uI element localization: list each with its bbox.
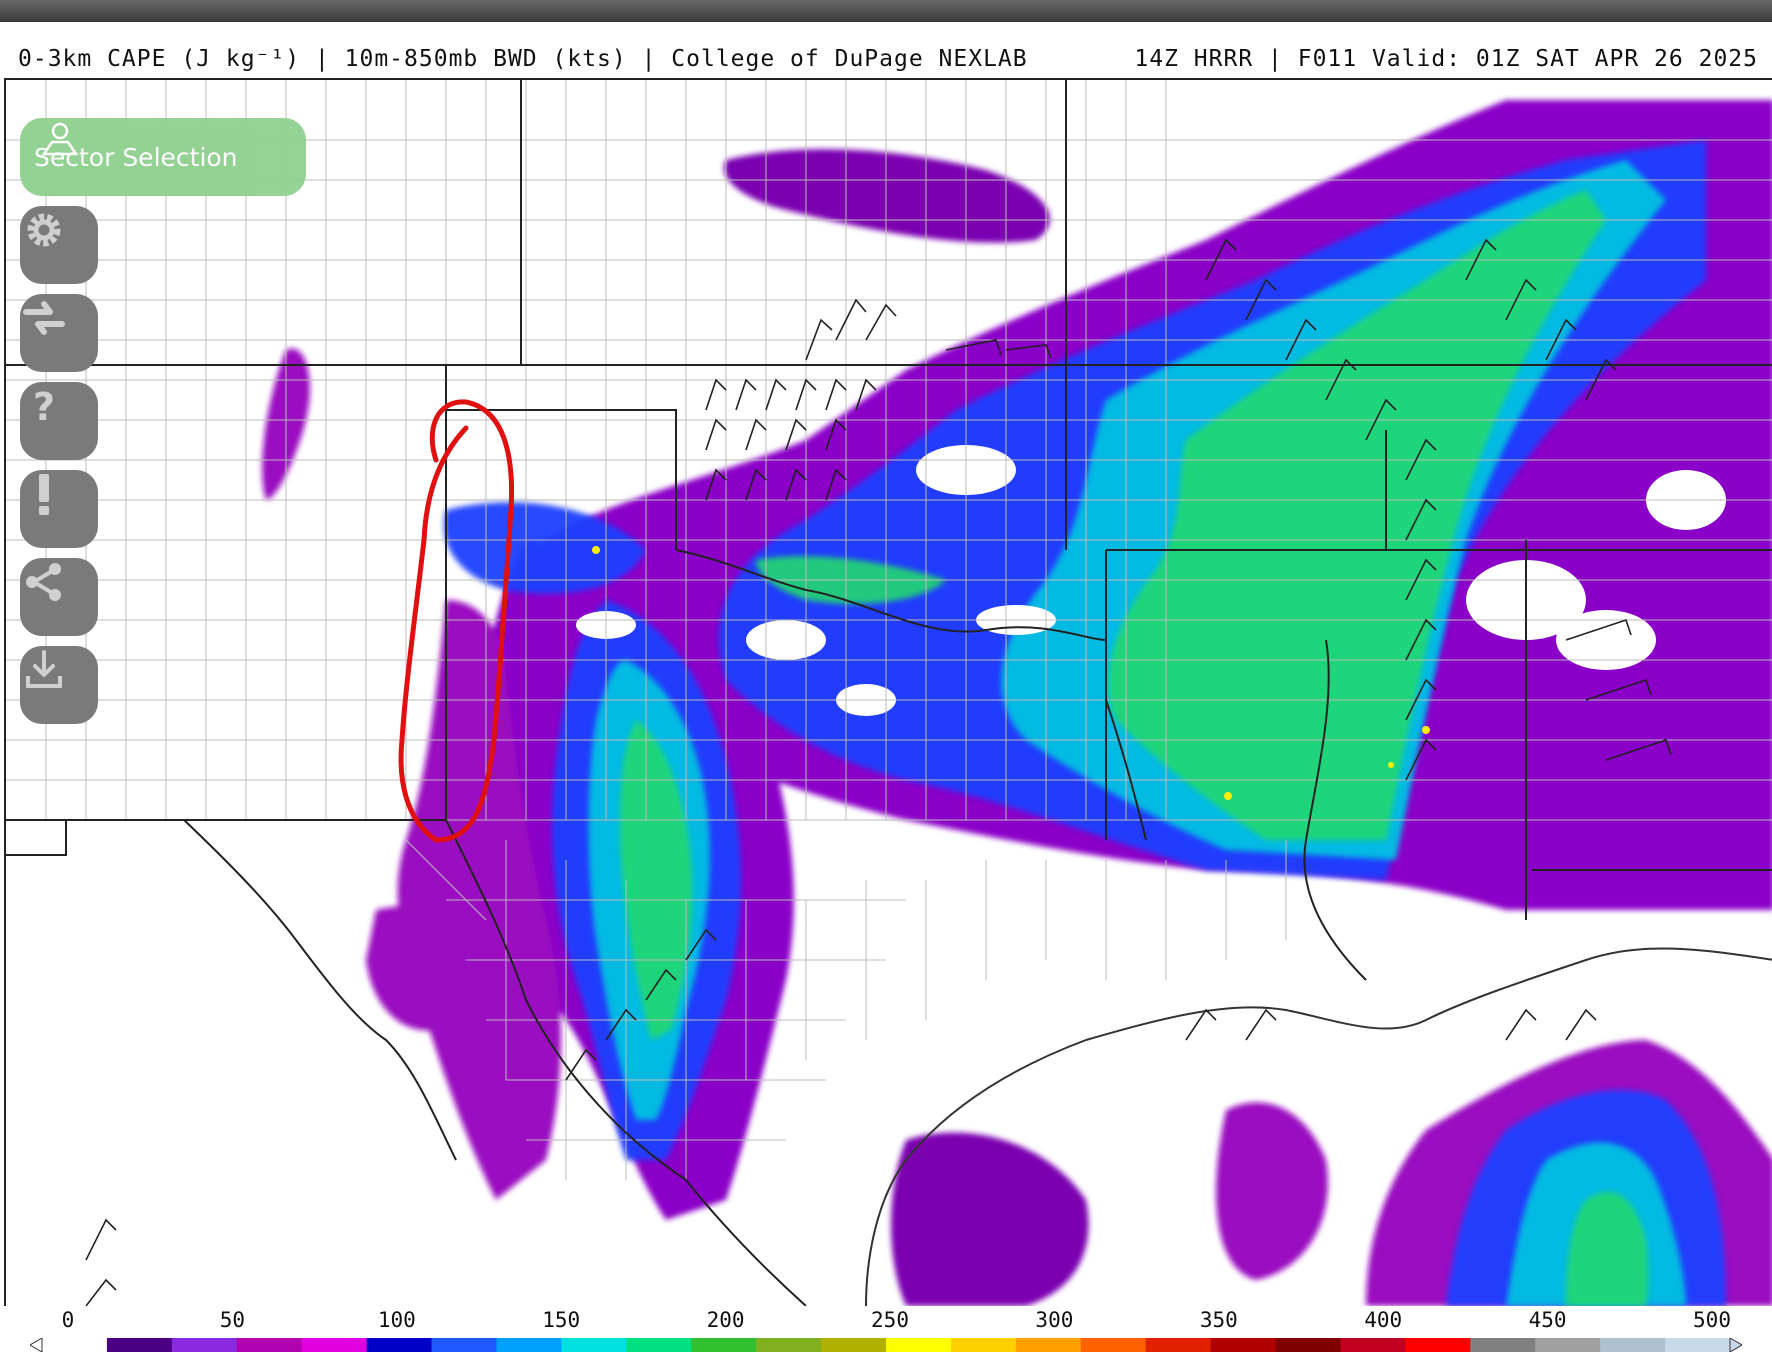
legend-colorbar	[30, 1338, 1742, 1352]
legend-swatch	[366, 1338, 433, 1352]
settings-button[interactable]	[20, 206, 98, 284]
legend-swatch	[626, 1338, 692, 1352]
gear-icon	[27, 213, 61, 247]
legend-swatch	[1015, 1338, 1082, 1352]
legend-swatch	[1405, 1338, 1471, 1352]
legend-tick-500: 500	[1693, 1308, 1731, 1332]
legend-swatch	[950, 1338, 1017, 1352]
share-button[interactable]	[20, 558, 98, 636]
svg-text:?: ?	[33, 385, 55, 429]
question-icon: ?	[33, 385, 55, 429]
legend-tick-250: 250	[871, 1308, 909, 1332]
map-canvas	[6, 80, 1772, 1306]
legend-swatch	[431, 1338, 497, 1352]
legend-swatch	[1535, 1338, 1601, 1352]
window-top-bar	[0, 0, 1772, 22]
legend-swatch	[1080, 1338, 1147, 1352]
legend-tick-50: 50	[219, 1308, 246, 1332]
legend-tick-150: 150	[542, 1308, 581, 1332]
compare-button[interactable]	[20, 294, 98, 372]
legend-swatch	[301, 1338, 368, 1352]
help-button[interactable]: ?	[20, 382, 98, 460]
legend-swatch	[1275, 1338, 1341, 1352]
legend-swatch	[1145, 1338, 1212, 1352]
legend-swatch	[236, 1338, 303, 1352]
legend-tick-labels: 0 50 100 150 200 250 300 350 400 450 500	[0, 1308, 1772, 1334]
legend-swatch	[561, 1338, 627, 1352]
legend-swatch	[886, 1338, 952, 1352]
legend-tick-400: 400	[1364, 1308, 1403, 1332]
legend-tick-350: 350	[1199, 1308, 1238, 1332]
cape-color-legend: 0 50 100 150 200 250 300 350 400 450 500	[0, 1304, 1772, 1352]
sector-selection-button[interactable]: Sector Selection	[20, 118, 306, 196]
legend-swatch	[1340, 1338, 1406, 1352]
legend-tick-200: 200	[706, 1308, 745, 1332]
legend-swatch	[42, 1338, 108, 1352]
download-icon	[26, 650, 62, 688]
legend-swatch	[821, 1338, 887, 1352]
legend-swatch	[1470, 1338, 1536, 1352]
legend-swatch	[1665, 1338, 1731, 1352]
legend-min-arrow	[30, 1338, 43, 1352]
alert-button[interactable]	[20, 470, 98, 548]
weather-map[interactable]: Sector Selection ?	[4, 78, 1772, 1306]
legend-tick-100: 100	[377, 1308, 416, 1332]
legend-swatch	[106, 1338, 173, 1352]
product-title: 0-3km CAPE (J kg⁻¹) | 10m-850mb BWD (kts…	[18, 46, 1028, 72]
legend-swatch	[171, 1338, 238, 1352]
legend-swatch	[756, 1338, 822, 1352]
model-run-title: 14Z HRRR | F011 Valid: 01Z SAT APR 26 20…	[1134, 46, 1758, 72]
legend-swatch	[1600, 1338, 1666, 1352]
legend-swatch	[1210, 1338, 1277, 1352]
legend-max-arrow	[1729, 1338, 1742, 1352]
legend-tick-450: 450	[1528, 1308, 1567, 1332]
download-button[interactable]	[20, 646, 98, 724]
legend-swatch	[496, 1338, 562, 1352]
legend-tick-0: 0	[61, 1308, 75, 1332]
legend-tick-300: 300	[1035, 1308, 1074, 1332]
exclamation-icon	[39, 474, 49, 515]
map-header: 0-3km CAPE (J kg⁻¹) | 10m-850mb BWD (kts…	[18, 38, 1758, 78]
user-location-icon	[41, 122, 79, 156]
share-icon	[26, 563, 61, 601]
legend-swatch	[691, 1338, 757, 1352]
map-frame: 0-3km CAPE (J kg⁻¹) | 10m-850mb BWD (kts…	[0, 22, 1772, 1352]
swap-arrows-icon	[23, 301, 65, 335]
